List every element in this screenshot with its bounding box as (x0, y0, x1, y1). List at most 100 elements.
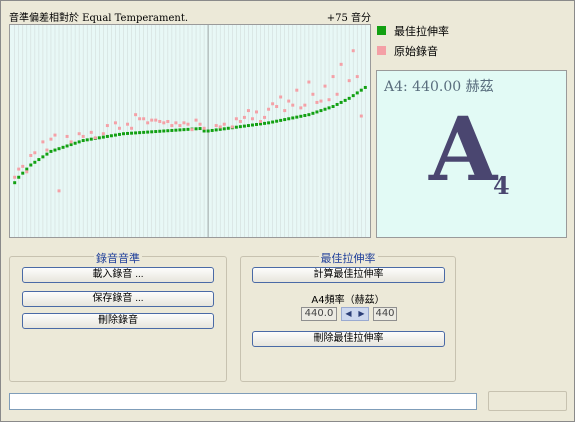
save-recording-button[interactable]: 保存錄音 ... (22, 291, 214, 307)
original-recording-point (146, 121, 150, 125)
best-stretch-point (343, 98, 347, 102)
best-stretch-point (21, 171, 25, 175)
original-recording-point (202, 126, 206, 130)
best-stretch-point (101, 135, 105, 139)
original-recording-point (271, 102, 275, 106)
original-recording-point (113, 121, 117, 125)
original-recording-point (194, 118, 198, 122)
original-recording-point (299, 106, 303, 110)
best-stretch-point (267, 121, 271, 125)
deviation-chart[interactable] (9, 24, 371, 238)
original-recording-point (311, 92, 315, 96)
best-stretch-point (287, 117, 291, 121)
original-recording-point (359, 114, 363, 118)
original-recording-point (287, 99, 291, 103)
best-stretch-point (186, 127, 190, 131)
original-recording-point (150, 118, 154, 122)
original-recording-point (355, 75, 359, 79)
original-recording-point (190, 128, 194, 132)
best-stretch-point (17, 175, 21, 179)
a4-frequency-input[interactable]: 440.0 (301, 307, 337, 321)
note-octave: 4 (493, 171, 510, 200)
original-recording-point (53, 133, 57, 137)
best-stretch-point (178, 128, 182, 132)
original-recording-point (158, 119, 162, 123)
legend-item-original-recording: 原始錄音 (377, 43, 567, 63)
original-recording-point (263, 115, 267, 119)
original-recording-point (279, 95, 283, 99)
original-recording-point (351, 49, 355, 53)
original-recording-point (101, 132, 105, 136)
spin-down-icon[interactable]: ◀ (342, 308, 355, 320)
best-stretch-point (57, 147, 61, 151)
original-recording-point (77, 132, 81, 136)
delete-stretch-button[interactable]: 刪除最佳拉伸率 (252, 331, 445, 347)
best-stretch-point (315, 110, 319, 114)
original-recording-point (29, 154, 33, 157)
frequency-spinner[interactable]: ◀ ▶ (341, 307, 369, 321)
original-recording-point (335, 92, 339, 96)
best-stretch-point (194, 127, 198, 131)
original-recording-point (347, 79, 351, 83)
original-recording-point (255, 110, 258, 114)
best-stretch-point (170, 128, 174, 132)
original-recording-point (154, 118, 158, 122)
best-stretch-point (323, 107, 327, 111)
best-stretch-point (126, 131, 130, 135)
best-stretch-point (49, 149, 53, 153)
original-recording-point (315, 100, 319, 104)
original-recording-point (117, 126, 121, 130)
best-stretch-point (37, 158, 41, 162)
recording-group: 錄音音準 載入錄音 ... 保存錄音 ... 刪除錄音 (9, 252, 227, 382)
best-stretch-point (13, 181, 17, 185)
best-stretch-point (109, 134, 113, 138)
best-stretch-point (279, 118, 283, 122)
legend-swatch-original-recording (377, 46, 386, 55)
best-stretch-point (69, 143, 73, 147)
original-recording-point (323, 84, 327, 88)
best-stretch-point (154, 130, 158, 134)
best-stretch-point (113, 133, 117, 137)
best-stretch-point (226, 126, 230, 130)
best-stretch-point (29, 163, 33, 167)
original-recording-point (295, 88, 299, 92)
original-recording-point (17, 167, 21, 171)
original-recording-point (331, 75, 335, 79)
status-text-field[interactable] (9, 393, 477, 410)
recording-group-title: 錄音音準 (94, 252, 142, 265)
best-stretch-point (327, 106, 331, 110)
original-recording-point (250, 117, 254, 121)
best-stretch-point (206, 129, 210, 133)
best-stretch-point (130, 131, 134, 135)
best-stretch-point (182, 128, 186, 132)
best-stretch-point (295, 115, 299, 119)
original-recording-point (319, 99, 323, 103)
best-stretch-point (355, 91, 359, 95)
original-recording-point (130, 126, 134, 130)
original-recording-point (178, 124, 182, 128)
original-recording-point (69, 140, 73, 144)
delete-recording-button[interactable]: 刪除錄音 (22, 313, 214, 329)
best-stretch-point (307, 113, 311, 117)
spin-up-icon[interactable]: ▶ (355, 308, 368, 320)
best-stretch-point (347, 96, 351, 100)
best-stretch-point (174, 128, 178, 132)
best-stretch-point (319, 109, 323, 113)
best-stretch-point (150, 130, 154, 134)
calculate-stretch-button[interactable]: 計算最佳拉伸率 (252, 267, 445, 283)
original-recording-point (170, 124, 174, 128)
original-recording-point (218, 125, 222, 129)
best-stretch-point (311, 111, 315, 115)
best-stretch-point (291, 116, 295, 120)
note-letter: A (429, 97, 498, 201)
best-stretch-point (335, 102, 339, 106)
original-recording-point (246, 109, 250, 113)
chart-y-max-label: +75 音分 (326, 13, 371, 24)
load-recording-button[interactable]: 載入錄音 ... (22, 267, 214, 283)
best-stretch-point (85, 138, 89, 142)
best-stretch-point (238, 125, 242, 129)
best-stretch-point (283, 118, 287, 122)
best-stretch-point (162, 129, 166, 133)
best-stretch-point (25, 167, 29, 171)
original-recording-point (198, 122, 202, 126)
